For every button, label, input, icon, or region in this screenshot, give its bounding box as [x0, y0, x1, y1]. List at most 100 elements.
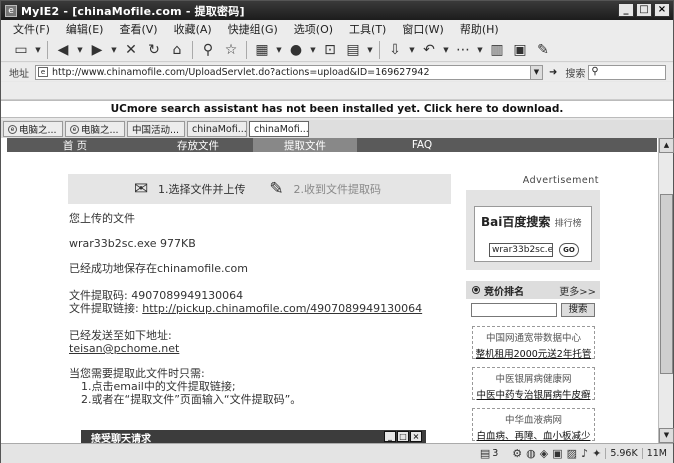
- rank-search-button[interactable]: 搜索: [561, 303, 595, 317]
- menu-options[interactable]: 选项(O): [294, 21, 333, 37]
- search-input[interactable]: ⚲: [588, 64, 667, 80]
- shield-icon[interactable]: ◈: [540, 447, 548, 460]
- vertical-scrollbar[interactable]: ▲ ▼: [658, 138, 674, 443]
- tab-diannao-2[interactable]: e 电脑之...: [65, 121, 125, 137]
- nav-store-file[interactable]: 存放文件: [143, 138, 253, 152]
- menu-file[interactable]: 文件(F): [13, 21, 50, 37]
- menu-dots-icon[interactable]: ⋯: [453, 40, 473, 60]
- sent-to-label: 已经发送至如下地址:: [69, 329, 172, 342]
- step-1: 1.选择文件并上传: [158, 183, 246, 196]
- nav-home[interactable]: 首 页: [7, 138, 143, 152]
- page-icon: ▤: [479, 447, 491, 460]
- baidu-search-input[interactable]: wrar33b2sc.ex: [489, 243, 553, 257]
- chat-close-button[interactable]: ×: [410, 431, 422, 442]
- chevron-down-icon[interactable]: ▼: [110, 40, 118, 60]
- address-input[interactable]: e http://www.chinamofile.com/UploadServl…: [35, 64, 531, 80]
- tab-chinamofile-2[interactable]: chinaMofi...: [249, 121, 309, 137]
- extract-link[interactable]: http://pickup.chinamofile.com/4907089949…: [142, 302, 422, 315]
- layout-icon[interactable]: ▥: [487, 40, 507, 60]
- refresh-icon[interactable]: ↻: [144, 40, 164, 60]
- popup-icon[interactable]: ▣: [552, 447, 562, 460]
- ad-2-title: 中医银屑病健康网: [495, 374, 572, 385]
- address-dropdown[interactable]: ▼: [531, 64, 543, 80]
- menu-view[interactable]: 查看(V): [119, 21, 157, 37]
- window-icon[interactable]: ▣: [510, 40, 530, 60]
- globe-icon[interactable]: ◍: [526, 447, 536, 460]
- more-link[interactable]: 更多>>: [559, 283, 596, 298]
- info-bar-text[interactable]: UCmore search assistant has not been ins…: [111, 103, 564, 115]
- edit-icon[interactable]: ✎: [533, 40, 553, 60]
- chevron-down-icon[interactable]: ▼: [442, 40, 450, 60]
- maximize-button[interactable]: □: [636, 3, 652, 17]
- gear-icon[interactable]: ⚙: [512, 447, 522, 460]
- ad-1-link[interactable]: 整机租用2000元送2年托管: [473, 346, 594, 360]
- toolbar-divider: [47, 40, 48, 59]
- go-arrow-icon[interactable]: ➜: [549, 67, 557, 78]
- email-link[interactable]: teisan@pchome.net: [69, 342, 459, 355]
- extract-code: 文件提取码: 4907089949130064: [69, 289, 244, 302]
- ad-card-1[interactable]: 中国网通宽带数据中心 整机租用2000元送2年托管: [472, 326, 595, 360]
- baidu-go-button[interactable]: GO: [559, 243, 579, 257]
- undo-icon[interactable]: ↶: [419, 40, 439, 60]
- baidu-ad[interactable]: Bai百度搜索 排行榜 wrar33b2sc.ex GO: [466, 190, 600, 270]
- back-icon[interactable]: ◀: [53, 40, 73, 60]
- download-icon[interactable]: ⇩: [385, 40, 405, 60]
- chevron-down-icon[interactable]: ▼: [275, 40, 283, 60]
- links-bar: [1, 82, 673, 100]
- saved-message: 已经成功地保存在chinamofile.com: [69, 262, 248, 275]
- page-count: 3: [492, 448, 499, 459]
- stop-icon[interactable]: ✕: [121, 40, 141, 60]
- tab-diannao-1[interactable]: e 电脑之...: [3, 121, 63, 137]
- new-page-icon[interactable]: ▭: [11, 40, 31, 60]
- ad-card-3[interactable]: 中华血液病网 白血病、再障、血小板减少: [472, 408, 595, 442]
- home-icon[interactable]: ⌂: [167, 40, 187, 60]
- chevron-down-icon[interactable]: ▼: [408, 40, 416, 60]
- page-content: 首 页 存放文件 提取文件 FAQ ✉ 1.选择文件并上传 ✎ 2.收到文件提取…: [1, 138, 658, 443]
- chevron-down-icon[interactable]: ▼: [309, 40, 317, 60]
- menu-groups[interactable]: 快捷组(G): [228, 21, 278, 37]
- menu-favorites[interactable]: 收藏(A): [174, 21, 212, 37]
- chevron-down-icon[interactable]: ▼: [34, 40, 42, 60]
- nav-faq[interactable]: FAQ: [357, 138, 487, 152]
- history-icon[interactable]: ▤: [343, 40, 363, 60]
- close-button[interactable]: ×: [654, 3, 670, 17]
- tab-zhongguo[interactable]: 中国活动...: [127, 121, 185, 137]
- favorites-star-icon[interactable]: ☆: [221, 40, 241, 60]
- forward-icon[interactable]: ▶: [87, 40, 107, 60]
- image-icon[interactable]: ▨: [567, 447, 577, 460]
- popup-block-icon[interactable]: ⊡: [320, 40, 340, 60]
- ad-3-link[interactable]: 白血病、再障、血小板减少: [473, 428, 594, 442]
- globe-icon[interactable]: ●: [286, 40, 306, 60]
- rank-search-input[interactable]: [471, 303, 557, 317]
- info-bar[interactable]: UCmore search assistant has not been ins…: [1, 100, 673, 118]
- scroll-down-arrow[interactable]: ▼: [659, 428, 674, 443]
- chat-minimize-button[interactable]: _: [384, 431, 396, 442]
- title-bar[interactable]: e MyIE2 - [chinaMofile.com - 提取密码] _ □ ×: [1, 1, 673, 20]
- speed-readout: 5.96K: [605, 448, 638, 459]
- chevron-down-icon[interactable]: ▼: [76, 40, 84, 60]
- menu-tools[interactable]: 工具(T): [349, 21, 386, 37]
- address-url: http://www.chinamofile.com/UploadServlet…: [52, 66, 430, 78]
- uploaded-label: 您上传的文件: [69, 212, 135, 225]
- group-icon[interactable]: ▦: [252, 40, 272, 60]
- extract-link-label: 文件提取链接:: [69, 302, 139, 315]
- ie-icon: e: [70, 124, 79, 134]
- nav-retrieve-file[interactable]: 提取文件: [253, 138, 357, 152]
- tab-chinamofile-1[interactable]: chinaMofi...: [187, 121, 247, 137]
- ad-card-2[interactable]: 中医银屑病健康网 中医中药专治银屑病牛皮癣: [472, 367, 595, 401]
- chevron-down-icon[interactable]: ▼: [476, 40, 484, 60]
- scroll-up-arrow[interactable]: ▲: [659, 138, 674, 153]
- chat-request-window[interactable]: 接受聊天请求 _ □ ×: [81, 430, 426, 443]
- search-icon[interactable]: ⚲: [198, 40, 218, 60]
- chevron-down-icon[interactable]: ▼: [366, 40, 374, 60]
- chat-maximize-button[interactable]: □: [397, 431, 409, 442]
- scroll-thumb[interactable]: [660, 194, 673, 374]
- flash-icon[interactable]: ✦: [592, 447, 601, 460]
- menu-help[interactable]: 帮助(H): [460, 21, 499, 37]
- page-icon: e: [38, 67, 48, 77]
- minimize-button[interactable]: _: [618, 3, 634, 17]
- menu-edit[interactable]: 编辑(E): [66, 21, 104, 37]
- sound-icon[interactable]: ♪: [581, 447, 588, 460]
- menu-window[interactable]: 窗口(W): [402, 21, 443, 37]
- ad-2-link[interactable]: 中医中药专治银屑病牛皮癣: [473, 387, 594, 401]
